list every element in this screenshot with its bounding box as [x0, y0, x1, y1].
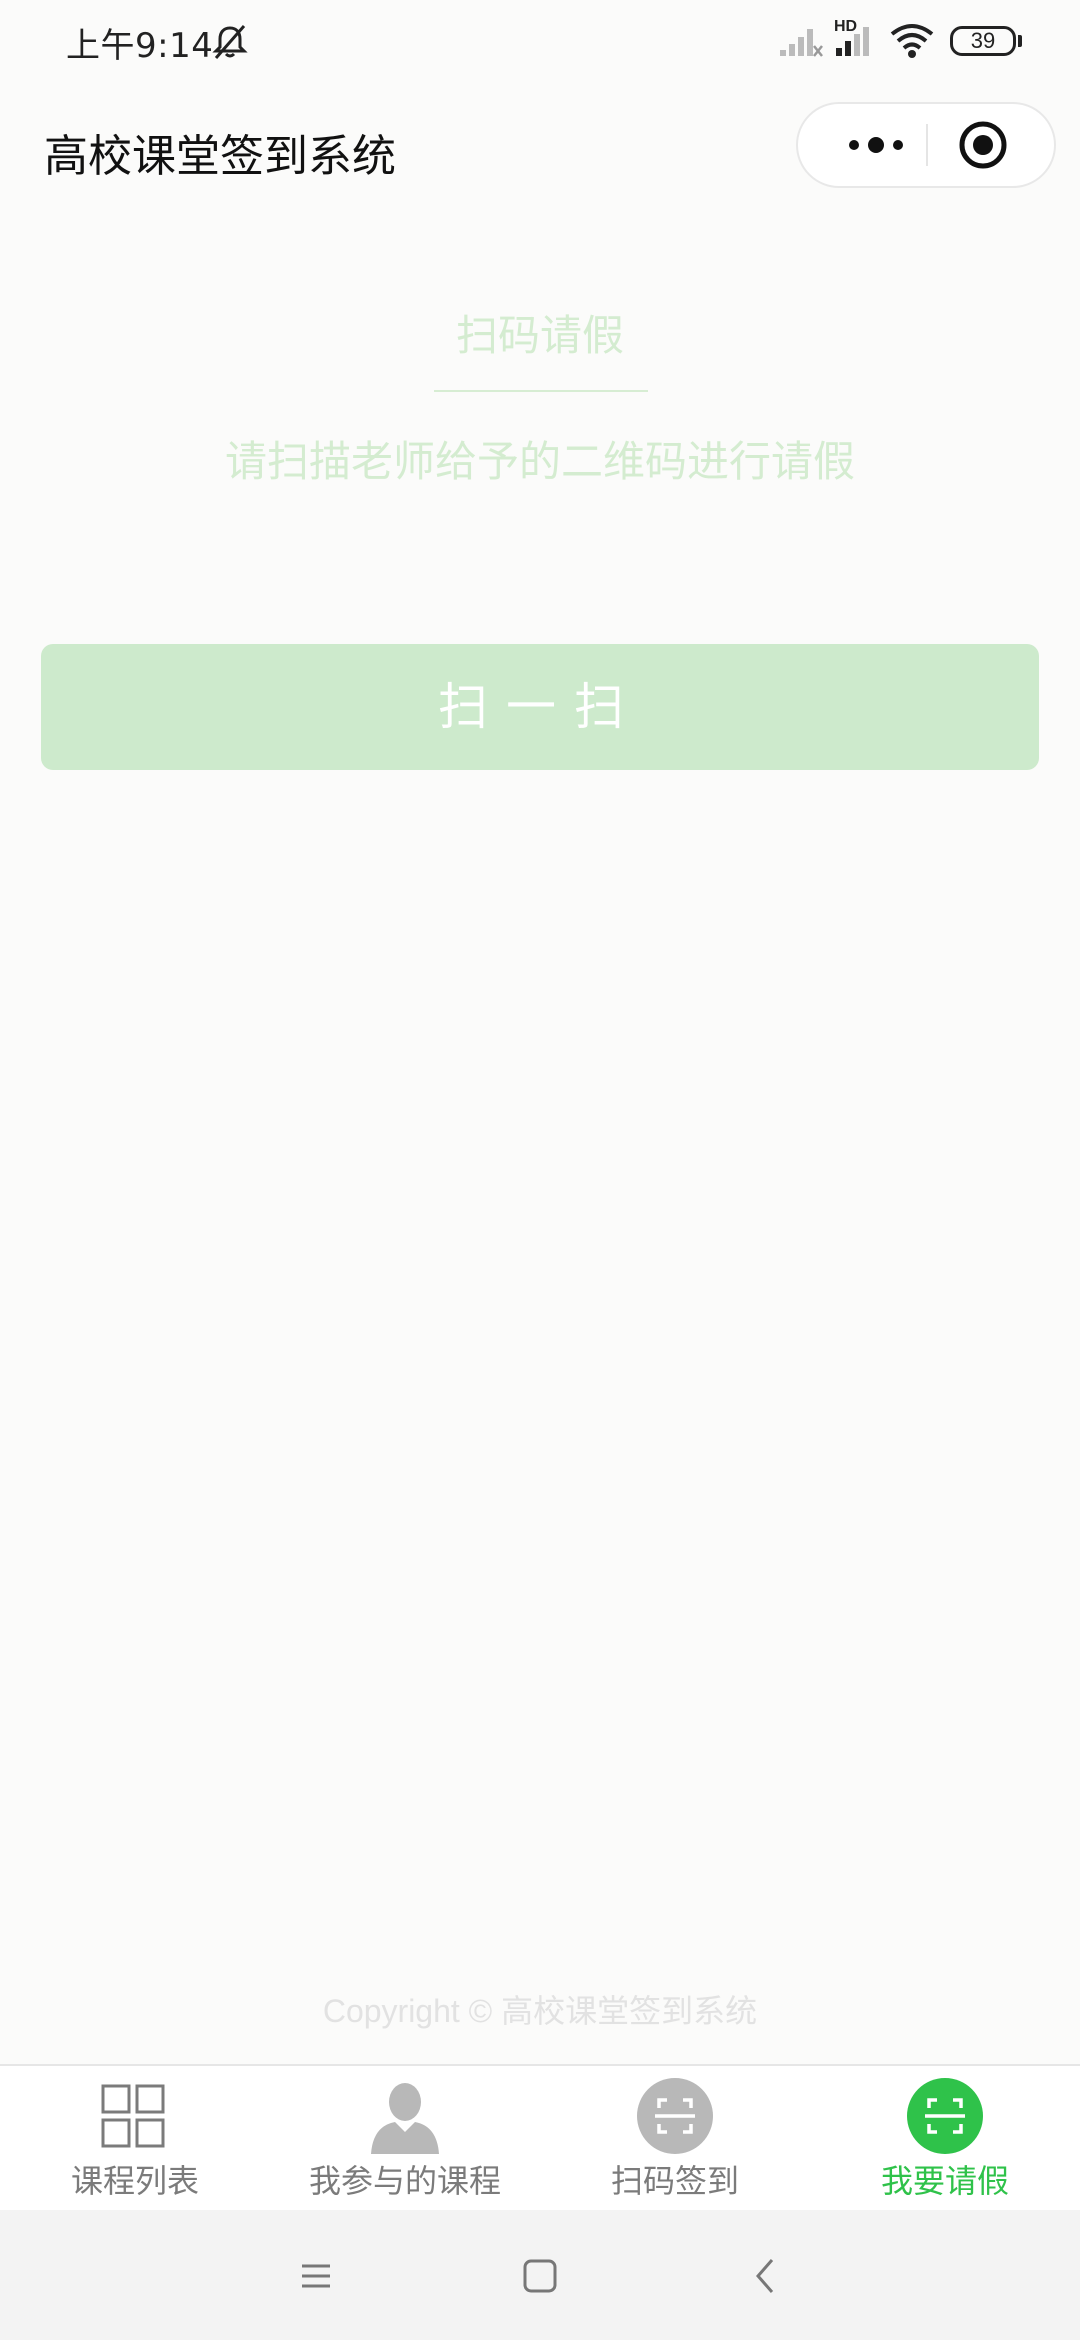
signal-icon	[780, 29, 823, 57]
system-nav-bar	[0, 2210, 1080, 2340]
page-title: 高校课堂签到系统	[44, 131, 396, 182]
tab-scan-checkin[interactable]: 扫码签到	[540, 2066, 810, 2212]
main-content: 扫码请假 请扫描老师给予的二维码进行请假 扫一扫 Copyright © 高校课…	[0, 210, 1080, 2064]
capsule-divider	[926, 124, 928, 166]
tab-label: 我要请假	[880, 2162, 1009, 2200]
tab-label: 我参与的课程	[308, 2162, 501, 2200]
battery-level: 39	[970, 28, 996, 53]
signal-hd-icon	[836, 27, 869, 56]
tab-my-courses[interactable]: 我参与的课程	[270, 2066, 540, 2212]
home-square-icon[interactable]	[512, 2248, 568, 2304]
battery-tip	[1018, 35, 1022, 47]
mini-program-capsule	[796, 102, 1056, 188]
copyright-text: Copyright © 高校课堂签到系统	[322, 1993, 758, 2029]
nav-bar: 高校课堂签到系统	[0, 84, 1080, 210]
tab-label: 扫码签到	[610, 2162, 739, 2200]
more-dots-icon[interactable]	[828, 104, 924, 186]
tab-label: 课程列表	[70, 2162, 199, 2200]
status-bar: 上午9:14 HD 39	[0, 0, 1080, 84]
user-avatar-icon	[371, 2083, 439, 2154]
title-underline	[434, 390, 648, 392]
menu-icon[interactable]	[288, 2248, 344, 2304]
tab-bar: 课程列表 我参与的课程 扫码签到 我要请假	[0, 2064, 1080, 2210]
scan-icon	[907, 2078, 983, 2154]
section-subtitle: 请扫描老师给予的二维码进行请假	[224, 437, 855, 486]
scan-icon	[637, 2078, 713, 2154]
wifi-icon	[890, 24, 934, 58]
scan-button[interactable]: 扫一扫	[41, 644, 1039, 770]
tab-request-leave[interactable]: 我要请假	[810, 2066, 1080, 2212]
back-chevron-icon[interactable]	[738, 2248, 794, 2304]
status-time: 上午9:14	[66, 26, 214, 66]
section-title: 扫码请假	[455, 311, 624, 360]
tab-course-list[interactable]: 课程列表	[0, 2066, 270, 2212]
mute-icon	[212, 25, 248, 59]
target-circle-icon[interactable]	[958, 120, 1008, 170]
battery-icon: 39	[950, 26, 1016, 56]
grid-icon	[101, 2084, 165, 2148]
